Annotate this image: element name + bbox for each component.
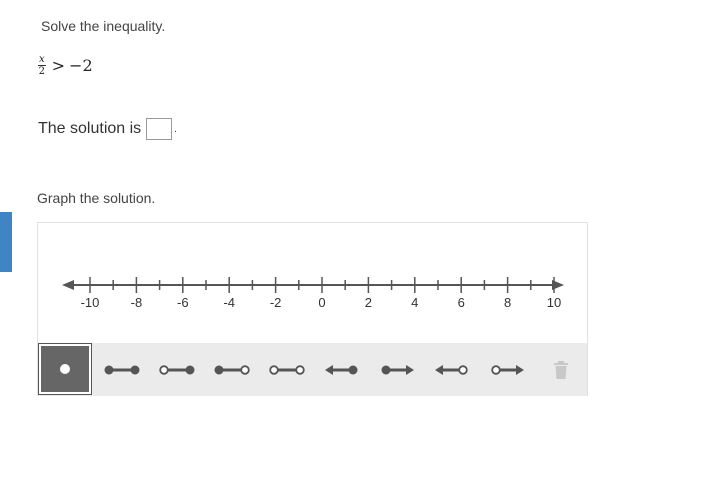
graph-prompt: Graph the solution. (37, 190, 156, 206)
graph-panel: -10 -8 -6 -4 -2 0 2 4 6 8 10 (37, 222, 588, 396)
tick-label--4: -4 (223, 295, 235, 310)
tick-label--6: -6 (177, 295, 189, 310)
number-line[interactable]: -10 -8 -6 -4 -2 0 2 4 6 8 10 (38, 223, 587, 341)
tick-label--2: -2 (270, 295, 282, 310)
inequality: x 2 > −2 (38, 54, 93, 77)
fraction: x 2 (38, 54, 46, 77)
side-tab[interactable] (0, 212, 12, 272)
tool-delete[interactable] (546, 343, 576, 396)
tool-ray-left-open[interactable] (432, 343, 472, 396)
open-open-segment-icon (269, 364, 305, 375)
closed-closed-segment-icon (104, 365, 140, 374)
tool-segment-open-closed[interactable] (157, 343, 197, 396)
right-ray-closed-icon (381, 364, 414, 375)
fraction-denominator: 2 (38, 66, 45, 77)
right-ray-open-icon (491, 364, 524, 375)
open-closed-segment-icon (159, 364, 195, 375)
inequality-rhs: −2 (69, 56, 93, 75)
tick-label-10: 10 (547, 295, 561, 310)
tool-ray-right-closed[interactable] (377, 343, 417, 396)
closed-open-segment-icon (214, 364, 250, 375)
tick-label-6: 6 (458, 295, 465, 310)
solution-line: The solution is . (38, 118, 177, 140)
answer-input[interactable] (146, 118, 173, 140)
solution-suffix: . (174, 123, 177, 135)
tick-label--8: -8 (131, 295, 143, 310)
tick-label--10: -10 (81, 295, 100, 310)
fraction-numerator: x (38, 54, 46, 66)
point-icon (60, 364, 70, 374)
axis-left-arrow (62, 280, 74, 290)
tool-ray-right-open[interactable] (487, 343, 527, 396)
tool-toolbar (38, 343, 587, 396)
tool-ray-left-closed[interactable] (322, 343, 362, 396)
left-ray-closed-icon (325, 364, 358, 375)
tool-segment-open-open[interactable] (267, 343, 307, 396)
left-ray-open-icon (435, 364, 468, 375)
tool-point[interactable] (38, 343, 92, 395)
tick-label-4: 4 (411, 295, 418, 310)
question-prompt: Solve the inequality. (41, 18, 166, 34)
tool-segment-closed-closed[interactable] (102, 343, 142, 396)
tick-label-8: 8 (504, 295, 511, 310)
trash-icon (554, 360, 568, 379)
tick-label-0: 0 (318, 295, 325, 310)
tool-segment-closed-open[interactable] (212, 343, 252, 396)
relation-symbol: > (51, 56, 66, 75)
tick-label-2: 2 (365, 295, 372, 310)
solution-prefix: The solution is (38, 120, 142, 137)
